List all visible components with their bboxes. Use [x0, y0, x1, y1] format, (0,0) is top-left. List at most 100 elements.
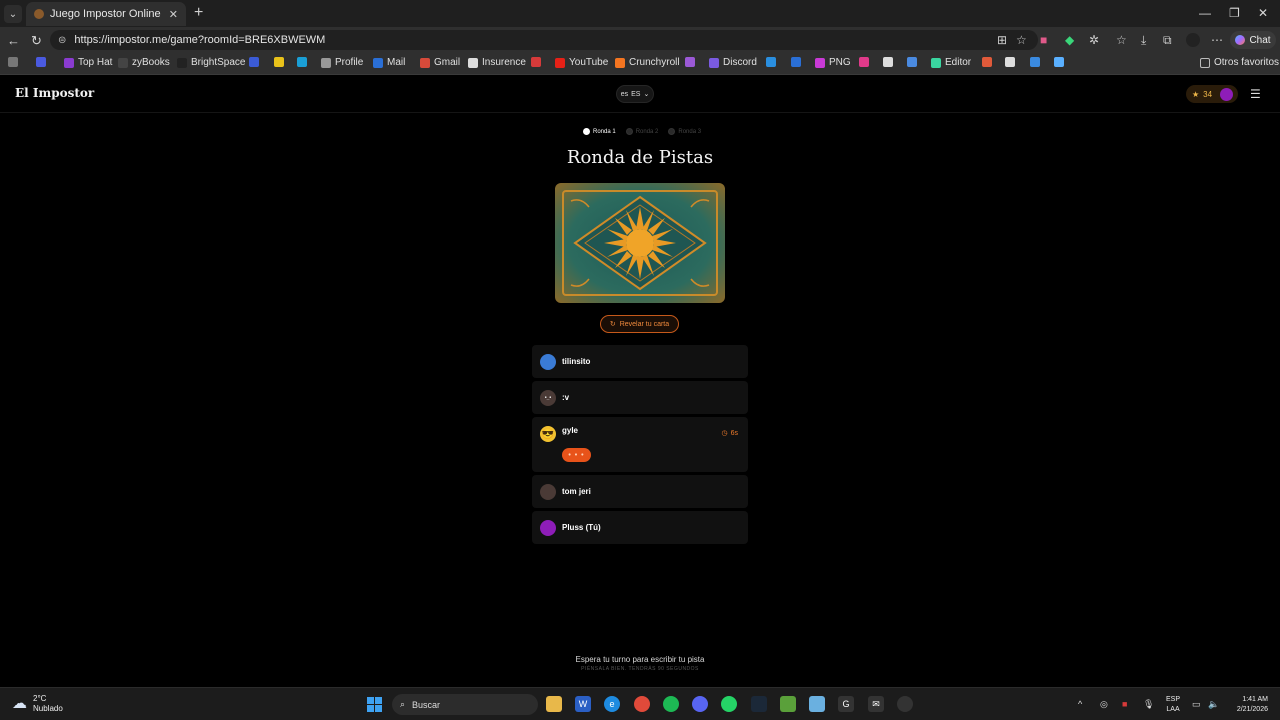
app-icon-chrome[interactable]: [897, 696, 913, 712]
favorites-icon[interactable]: ☆: [1116, 33, 1127, 47]
extensions-icon[interactable]: ✲: [1089, 33, 1099, 47]
bookmark-item[interactable]: [531, 57, 541, 67]
screenshot-icon[interactable]: ⧉: [1163, 33, 1172, 48]
site-info-icon[interactable]: ⊜: [58, 35, 66, 46]
extension-shield-icon[interactable]: ◆: [1065, 33, 1074, 47]
bookmark-label: Insurence: [482, 57, 526, 68]
whatsapp-icon[interactable]: [721, 696, 737, 712]
discord-icon[interactable]: [692, 696, 708, 712]
url-text: https://impostor.me/game?roomId=BRE6XBWE…: [74, 34, 326, 46]
bookmark-item[interactable]: [883, 57, 893, 67]
app-grid-icon[interactable]: ⊞: [997, 33, 1007, 47]
taskbar-search[interactable]: ⌕ Buscar: [392, 694, 538, 715]
volume-icon[interactable]: 🔈: [1208, 699, 1219, 710]
bookmark-favicon-icon: [766, 57, 776, 67]
tray-security-icon[interactable]: ■: [1122, 699, 1127, 709]
wait-message: Espera tu turno para escribir tu pista: [575, 655, 705, 664]
bookmark-item[interactable]: Gmail: [420, 57, 460, 68]
bookmarks-toggle-icon[interactable]: [8, 57, 18, 67]
extension-icon[interactable]: ■: [1040, 33, 1047, 47]
other-favorites[interactable]: Otros favoritos: [1200, 57, 1279, 68]
bookmark-item[interactable]: YouTube: [555, 57, 608, 68]
chat-label: Chat: [1249, 34, 1271, 46]
bookmark-item[interactable]: [685, 57, 695, 67]
hamburger-menu-icon[interactable]: ☰: [1250, 87, 1261, 101]
player-avatar: [540, 483, 556, 500]
secret-card-back[interactable]: [555, 183, 725, 303]
stars-badge[interactable]: ★ 34: [1186, 85, 1238, 103]
brand-logo[interactable]: El Impostor: [15, 86, 94, 100]
language-bottom: LAA: [1166, 706, 1180, 713]
player-name: Pluss (Tú): [562, 523, 601, 532]
network-icon[interactable]: ▭: [1192, 699, 1201, 710]
bookmark-item[interactable]: Top Hat: [64, 57, 112, 68]
back-icon[interactable]: ←: [7, 33, 20, 48]
bookmark-item[interactable]: [1005, 57, 1015, 67]
downloads-icon[interactable]: ⤓: [1141, 33, 1146, 48]
maximize-icon[interactable]: ❐: [1229, 6, 1240, 20]
bookmark-label: YouTube: [569, 57, 609, 68]
word-icon[interactable]: W: [575, 696, 591, 712]
system-clock[interactable]: 1:41 AM 2/21/2026: [1228, 695, 1268, 715]
spotify-icon[interactable]: [663, 696, 679, 712]
edge-icon[interactable]: e: [604, 696, 620, 712]
tray-app-icon[interactable]: ◎: [1100, 699, 1108, 710]
browser-tabstrip: ⌄ Juego Impostor Online Gratis - Jue ✕ +…: [0, 0, 1280, 27]
bookmark-apps-icon[interactable]: [36, 57, 46, 67]
reload-icon[interactable]: ↻: [31, 33, 42, 49]
weather-widget[interactable]: ☁ 2°C Nublado: [12, 694, 63, 714]
user-avatar[interactable]: [1220, 87, 1234, 101]
app-icon-g[interactable]: G: [838, 696, 854, 712]
microphone-icon[interactable]: 🎙: [1143, 699, 1154, 710]
tab-list-button[interactable]: ⌄: [4, 5, 22, 23]
bookmark-item[interactable]: Crunchyroll: [615, 57, 680, 68]
round-step: Ronda 2: [625, 128, 658, 135]
input-language[interactable]: ESP LAA: [1166, 695, 1180, 715]
bookmark-item[interactable]: Mail: [373, 57, 405, 68]
bookmark-item[interactable]: [982, 57, 992, 67]
bookmark-item[interactable]: [1054, 57, 1064, 67]
close-window-icon[interactable]: ✕: [1258, 6, 1268, 20]
bookmark-favicon-icon: [177, 57, 187, 68]
close-tab-icon[interactable]: ✕: [169, 8, 178, 21]
bookmark-item[interactable]: Discord: [709, 57, 757, 68]
bookmark-favicon-icon: [321, 57, 331, 68]
new-tab-button[interactable]: +: [194, 5, 203, 21]
language-selector[interactable]: es ES ⌄: [616, 85, 654, 103]
more-menu-icon[interactable]: ⋯: [1211, 33, 1223, 47]
bookmark-item[interactable]: PNG: [815, 57, 851, 68]
bookmark-item[interactable]: Editor: [931, 57, 971, 68]
reveal-card-button[interactable]: ↻ Revelar tu carta: [600, 315, 679, 333]
minimize-icon[interactable]: —: [1199, 6, 1211, 20]
minecraft-icon[interactable]: [780, 696, 796, 712]
taskbar: ☁ 2°C Nublado ⌕ Buscar W e G ✉ ^ ◎ ■ 🎙 E…: [0, 687, 1280, 720]
tray-overflow-icon[interactable]: ^: [1078, 699, 1082, 709]
other-favorites-label: Otros favoritos: [1214, 57, 1280, 68]
address-bar[interactable]: ⊜ https://impostor.me/game?roomId=BRE6XB…: [50, 30, 1038, 50]
bookmark-item[interactable]: [297, 57, 307, 67]
round-step: Ronda 1: [583, 128, 616, 135]
bookmark-item[interactable]: [859, 57, 869, 67]
steam-icon[interactable]: [751, 696, 767, 712]
copilot-chat-button[interactable]: Chat: [1230, 31, 1276, 49]
notepad-icon[interactable]: [809, 696, 825, 712]
favorite-star-icon[interactable]: ☆: [1016, 33, 1027, 47]
bookmark-item[interactable]: [766, 57, 776, 67]
bookmark-item[interactable]: Profile: [321, 57, 363, 68]
file-explorer-icon[interactable]: [546, 696, 562, 712]
bookmark-item[interactable]: [907, 57, 917, 67]
bookmark-item[interactable]: [791, 57, 801, 67]
bookmark-item[interactable]: zyBooks: [118, 57, 170, 68]
app-icon-red[interactable]: [634, 696, 650, 712]
start-button[interactable]: [367, 697, 382, 712]
bookmark-item[interactable]: [1030, 57, 1040, 67]
app-icon-mail[interactable]: ✉: [868, 696, 884, 712]
bookmark-label: Gmail: [434, 57, 461, 68]
profile-avatar[interactable]: [1186, 33, 1200, 47]
bookmark-item[interactable]: [249, 57, 259, 67]
refresh-icon: ↻: [609, 321, 616, 328]
bookmark-item[interactable]: BrightSpace: [177, 57, 245, 68]
bookmark-item[interactable]: Insurence: [468, 57, 526, 68]
bookmark-item[interactable]: [274, 57, 284, 67]
browser-tab-active[interactable]: Juego Impostor Online Gratis - Jue ✕: [26, 2, 186, 26]
